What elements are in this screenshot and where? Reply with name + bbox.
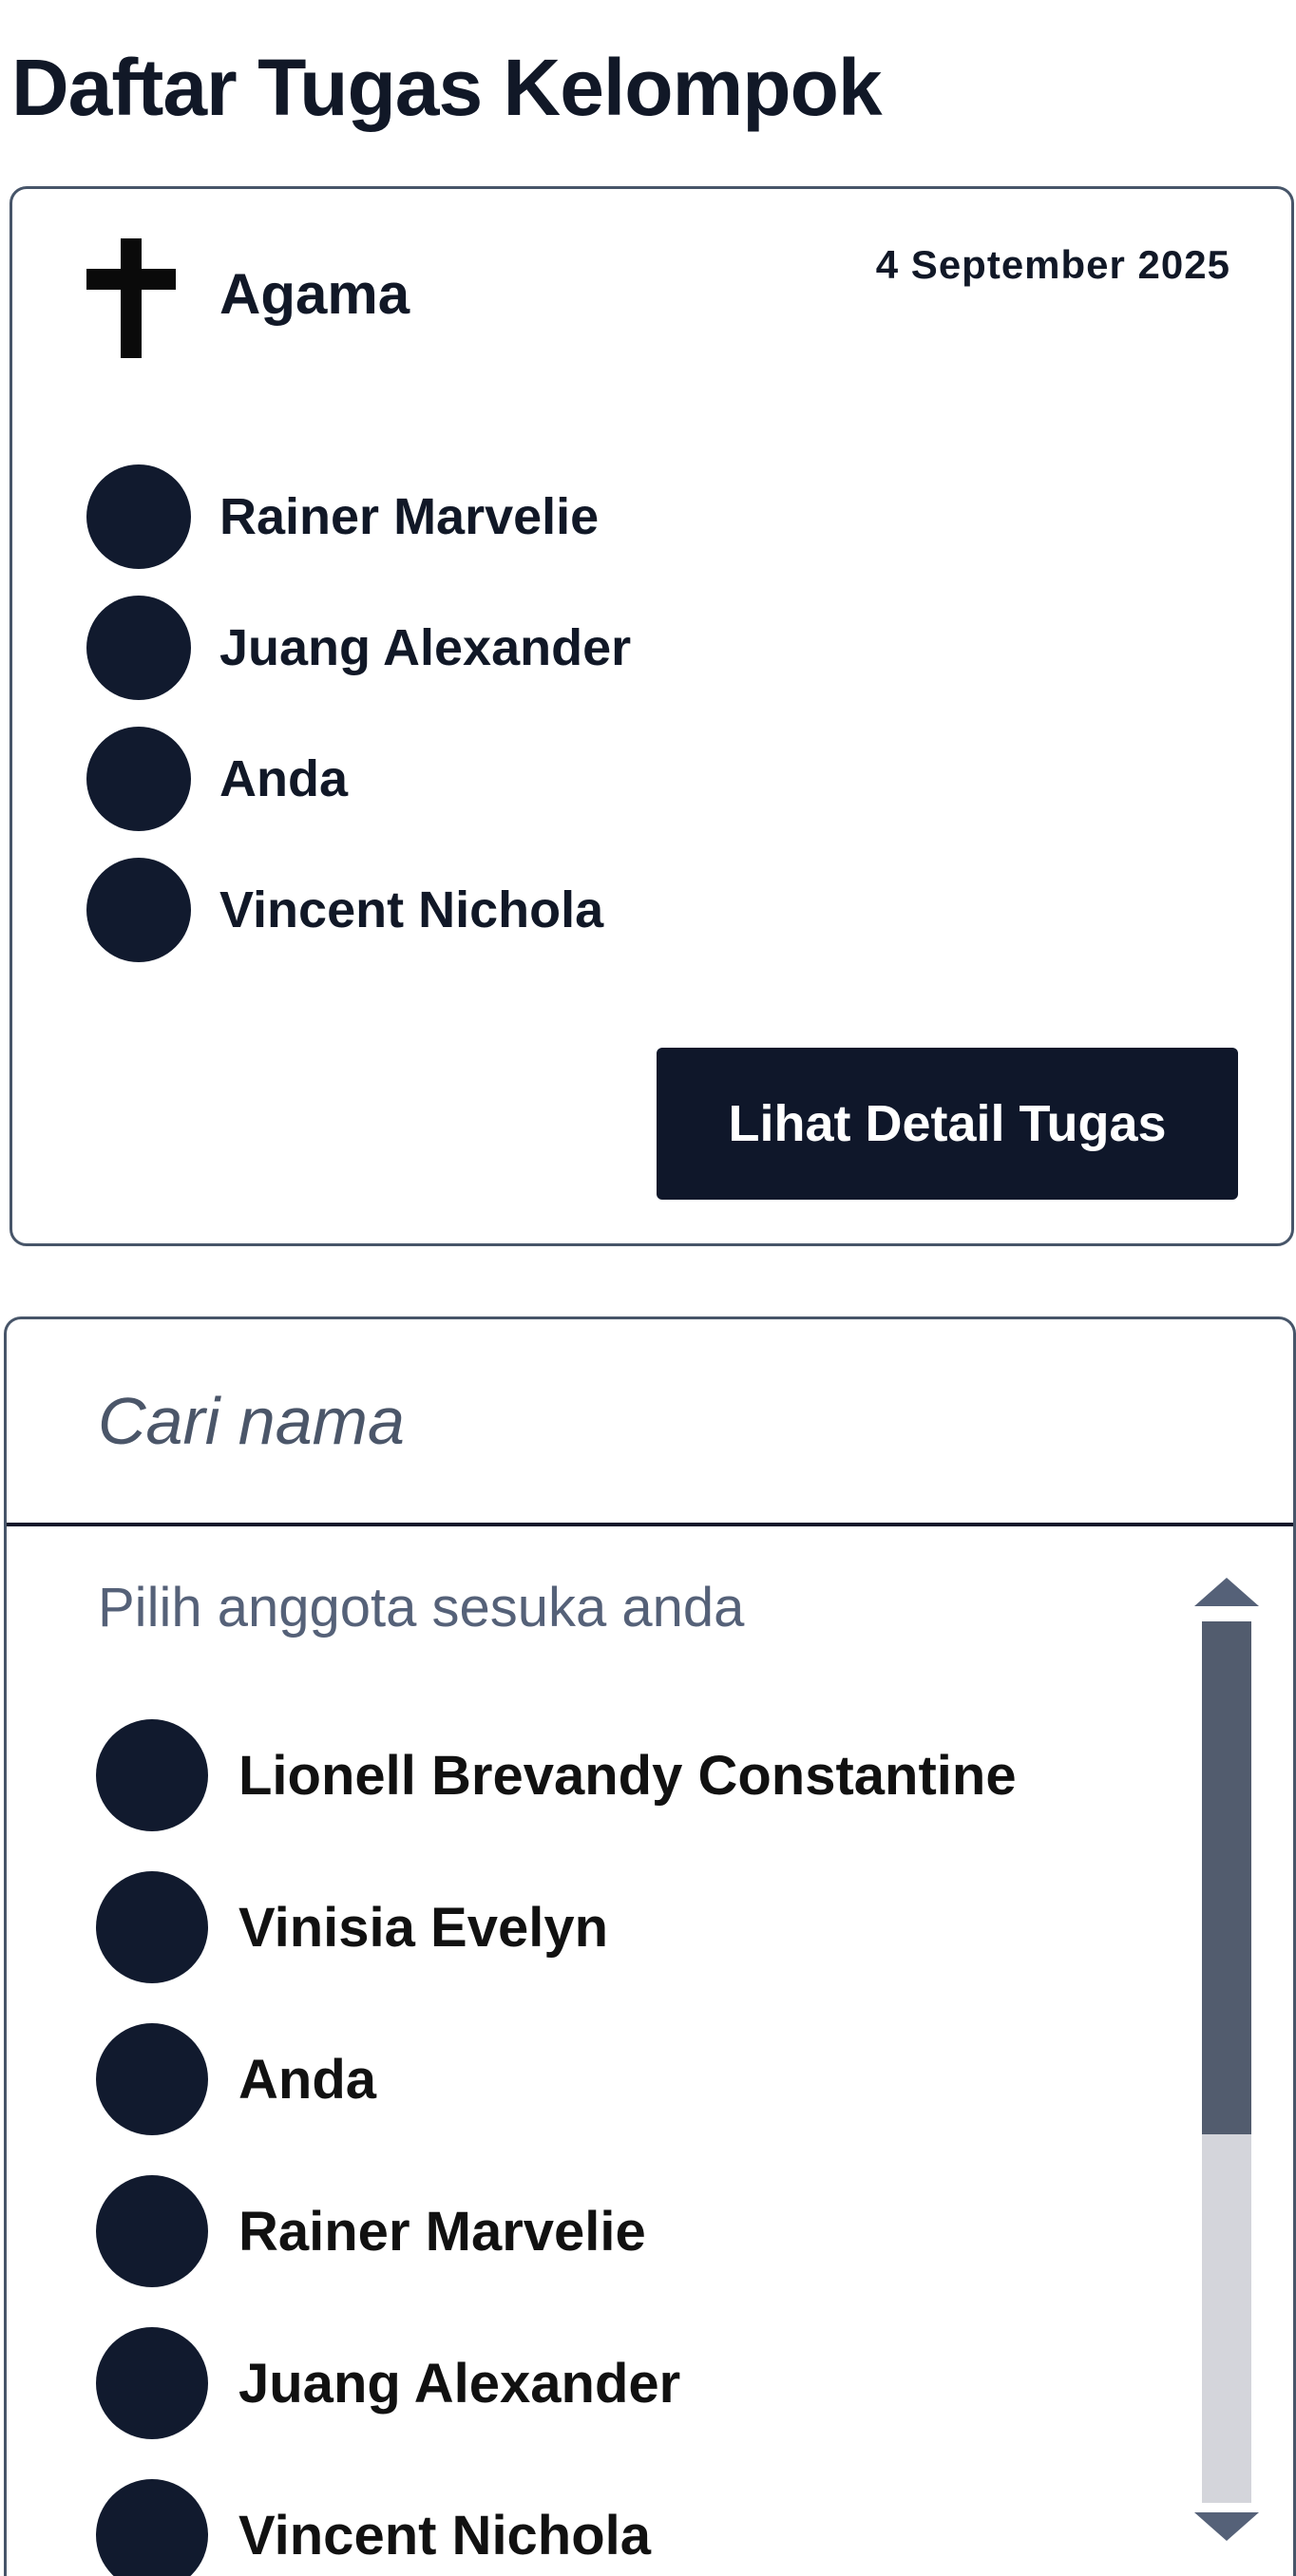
avatar [96,2175,208,2287]
task-card: Agama 4 September 2025 Rainer Marvelie J… [10,186,1294,1246]
avatar [96,1719,208,1831]
avatar [96,2327,208,2439]
scroll-up-arrow-icon[interactable] [1194,1578,1259,1606]
option-name: Rainer Marvelie [238,2200,646,2263]
task-date: 4 September 2025 [875,242,1230,287]
list-item[interactable]: Juang Alexander [96,2307,1017,2459]
option-name: Anda [238,2048,376,2111]
list-item[interactable]: Lionell Brevandy Constantine [96,1699,1017,1851]
search-input[interactable] [7,1319,1293,1526]
option-list: Lionell Brevandy Constantine Vinisia Eve… [96,1699,1017,2576]
list-item[interactable]: Vinisia Evelyn [96,1851,1017,2003]
option-name: Vincent Nichola [238,2504,652,2567]
member-list: Rainer Marvelie Juang Alexander Anda Vin… [86,451,631,975]
scroll-down-arrow-icon[interactable] [1194,2512,1259,2541]
option-name: Lionell Brevandy Constantine [238,1744,1017,1807]
cross-icon [86,238,176,358]
scrollbar-track[interactable] [1202,1621,1251,2503]
option-name: Juang Alexander [238,2352,681,2415]
avatar [86,727,191,831]
member-name: Rainer Marvelie [219,488,600,545]
member-item: Juang Alexander [86,582,631,713]
list-item[interactable]: Vincent Nichola [96,2459,1017,2576]
picker-hint: Pilih anggota sesuka anda [98,1577,745,1638]
option-name: Vinisia Evelyn [238,1896,609,1959]
avatar [96,2479,208,2576]
member-picker: Pilih anggota sesuka anda Lionell Brevan… [4,1316,1296,2576]
member-item: Rainer Marvelie [86,451,631,582]
member-name: Juang Alexander [219,619,632,676]
avatar [86,596,191,700]
avatar [96,2023,208,2135]
list-item[interactable]: Anda [96,2003,1017,2155]
avatar [86,464,191,569]
member-item: Anda [86,713,631,844]
scrollbar-thumb[interactable] [1202,1621,1251,2134]
avatar [96,1871,208,1983]
view-task-detail-button[interactable]: Lihat Detail Tugas [657,1048,1238,1200]
avatar [86,858,191,962]
subject-name: Agama [219,262,410,326]
member-name: Vincent Nichola [219,881,604,938]
page-title: Daftar Tugas Kelompok [11,43,883,132]
member-item: Vincent Nichola [86,844,631,975]
list-item[interactable]: Rainer Marvelie [96,2155,1017,2307]
member-name: Anda [219,750,348,807]
